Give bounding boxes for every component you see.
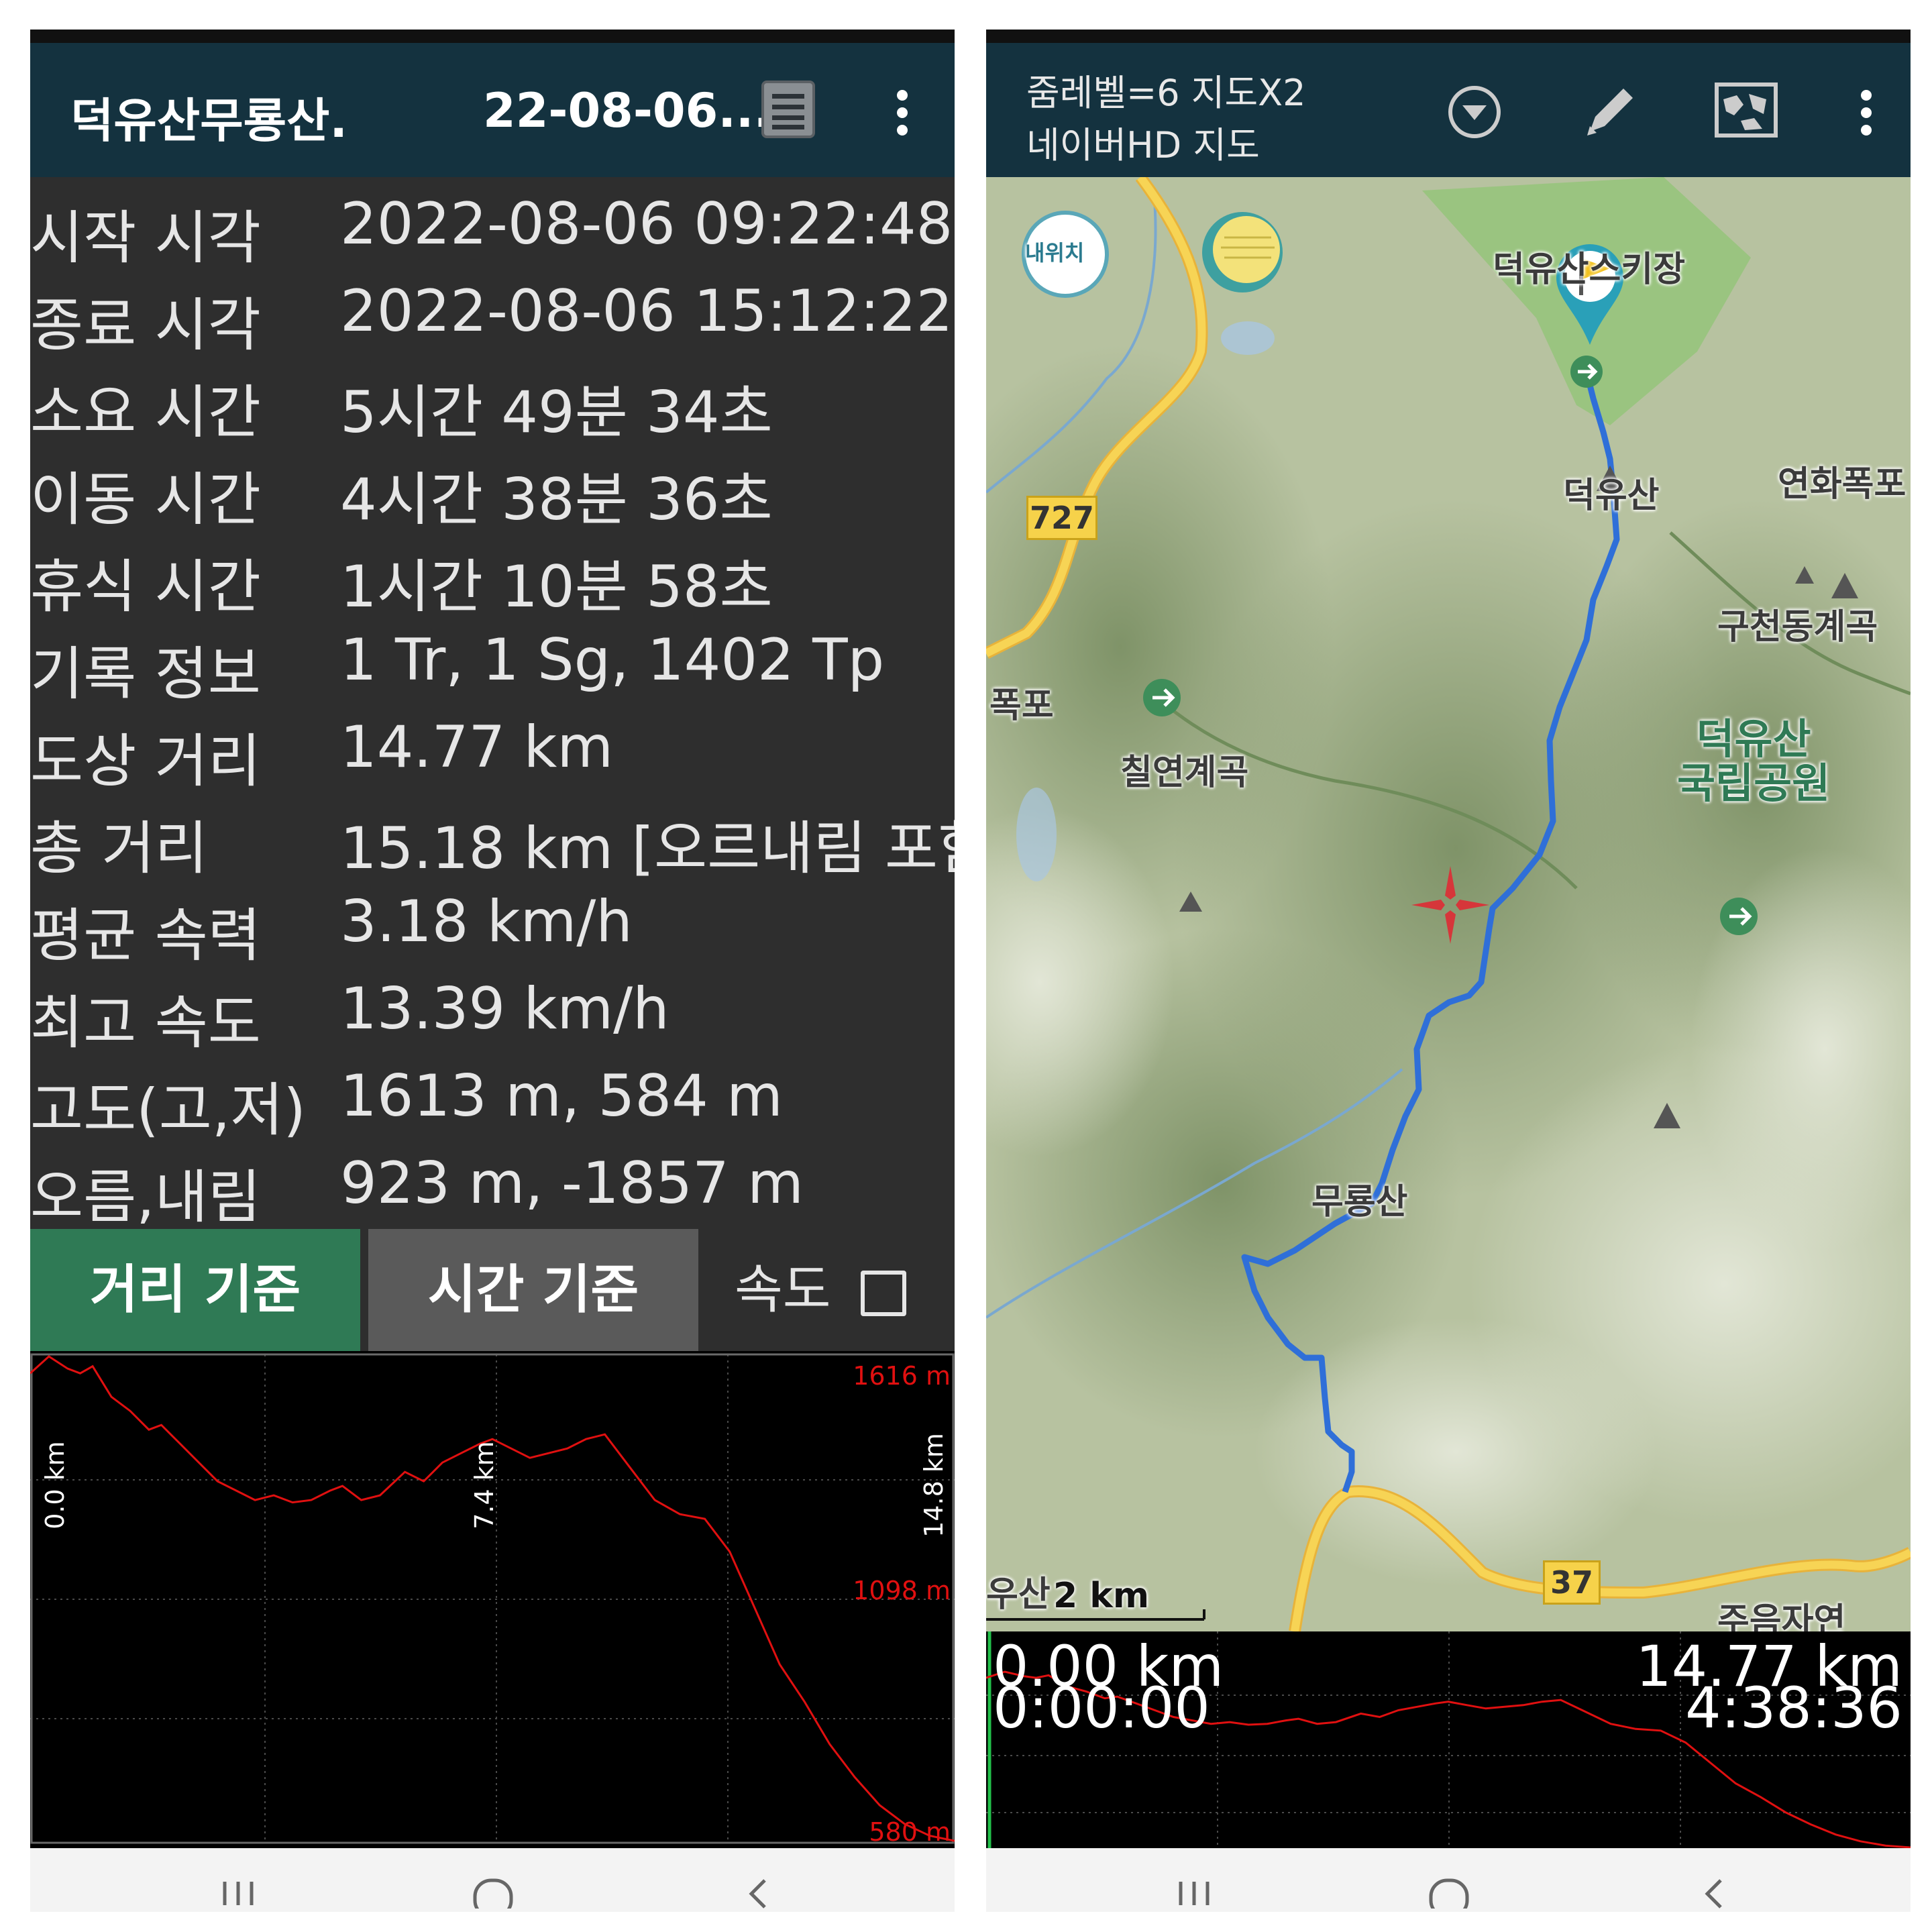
stat-row: 종료 시각 2022-08-06 15:12:22 bbox=[30, 264, 955, 359]
stat-row: 도상 거리 14.77 km bbox=[30, 700, 955, 795]
place-waterfall: 폭포 bbox=[989, 686, 1054, 726]
stat-label: 오름,내림 bbox=[30, 1164, 261, 1231]
overflow-menu-icon[interactable] bbox=[1860, 90, 1873, 137]
speed-label: 속도 bbox=[735, 1260, 831, 1320]
stat-value: 1613 m, 584 m bbox=[340, 1063, 783, 1130]
track-title[interactable]: 덕유산무룡산. bbox=[70, 83, 347, 151]
back-icon[interactable] bbox=[741, 1875, 775, 1909]
place-national-park: 덕유산 국립공원 bbox=[1677, 714, 1831, 808]
place-gucheondong: 구천동계곡 bbox=[1717, 607, 1878, 647]
mini-elevation-chart: 0.00 km 0:00:00 14.77 km 4:38:36 bbox=[986, 1631, 1911, 1848]
dropdown-circle-icon[interactable] bbox=[1446, 83, 1503, 141]
stat-value: 5시간 49분 34초 bbox=[340, 379, 773, 446]
stat-value: 13.39 km/h bbox=[340, 975, 669, 1042]
stat-value: 2022-08-06 15:12:22 bbox=[340, 278, 953, 345]
stat-row: 소요 시간 5시간 49분 34초 bbox=[30, 352, 955, 446]
scale-label: 2 km bbox=[1053, 1576, 1150, 1616]
y-label-min: 580 m bbox=[869, 1817, 951, 1847]
stat-row: 휴식 시간 1시간 10분 58초 bbox=[30, 526, 955, 621]
zoom-level-label[interactable]: 줌레벨=6 지도X2 bbox=[1026, 63, 1306, 116]
elevation-chart: 1616 m 1098 m 580 m 0.0 km 7.4 km 14.8 k… bbox=[30, 1351, 955, 1848]
stat-label: 휴식 시간 bbox=[30, 553, 261, 621]
road-727-shield: 727 bbox=[1026, 496, 1097, 540]
stat-label: 시작 시각 bbox=[30, 205, 261, 272]
tab-distance[interactable]: 거리 기준 bbox=[30, 1229, 360, 1351]
stat-row: 시작 시각 2022-08-06 09:22:48 bbox=[30, 177, 955, 272]
status-bar bbox=[30, 30, 955, 43]
stat-label: 기록 정보 bbox=[30, 641, 261, 708]
stat-value: 3.18 km/h bbox=[340, 888, 633, 955]
stat-label: 소요 시간 bbox=[30, 379, 261, 446]
system-nav-bar bbox=[30, 1848, 955, 1912]
stat-row: 총 거리 15.18 km [오르내림 포함] bbox=[30, 788, 955, 882]
left-screen: 덕유산무룡산. 22-08-06... 시작 시각 2022-08-06 09:2… bbox=[30, 0, 955, 1932]
home-icon[interactable] bbox=[470, 1875, 517, 1909]
chart-mode-tabs: 거리 기준 시간 기준 속도 bbox=[30, 1229, 955, 1351]
stat-label: 이동 시간 bbox=[30, 466, 261, 533]
map-view[interactable]: 내위치 덕유산스키장 덕유산 연화폭포 구천동계곡 덕유산 국립공원 칠연계곡 … bbox=[986, 177, 1911, 1631]
stat-value: 2022-08-06 09:22:48 bbox=[340, 191, 953, 258]
place-chilyeon-valley: 칠연계곡 bbox=[1120, 753, 1249, 793]
track-stats: 시작 시각 2022-08-06 09:22:48 종료 시각 2022-08-06 … bbox=[30, 177, 955, 1231]
stat-row: 오름,내림 923 m, -1857 m bbox=[30, 1136, 955, 1231]
stat-label: 고도(고,저) bbox=[30, 1077, 306, 1144]
stat-value: 4시간 38분 36초 bbox=[340, 466, 773, 533]
my-location-label: 내위치 bbox=[1025, 240, 1085, 266]
map-canvas bbox=[986, 177, 1911, 1631]
list-icon[interactable] bbox=[761, 80, 815, 138]
stat-value: 1 Tr, 1 Sg, 1402 Tp bbox=[340, 627, 885, 694]
stat-row: 이동 시간 4시간 38분 36초 bbox=[30, 439, 955, 533]
x-label-end: 14.8 km bbox=[919, 1433, 949, 1538]
speed-checkbox[interactable] bbox=[861, 1270, 907, 1316]
map-source-label[interactable]: 네이버HD 지도 bbox=[1026, 115, 1260, 168]
system-nav-bar bbox=[986, 1848, 1911, 1912]
track-date[interactable]: 22-08-06... bbox=[483, 83, 771, 138]
place-muryongsan: 무룡산 bbox=[1311, 1182, 1408, 1222]
x-label-middle: 7.4 km bbox=[470, 1441, 499, 1529]
place-left-bottom: 우산 bbox=[986, 1574, 1051, 1615]
stat-value: 923 m, -1857 m bbox=[340, 1150, 804, 1217]
recent-apps-icon[interactable] bbox=[1174, 1875, 1214, 1909]
time-start: 0:00:00 bbox=[993, 1675, 1210, 1741]
stat-row: 평균 속력 3.18 km/h bbox=[30, 875, 955, 969]
back-icon[interactable] bbox=[1697, 1875, 1731, 1909]
y-label-max: 1616 m bbox=[853, 1361, 951, 1391]
stat-label: 종료 시각 bbox=[30, 292, 261, 359]
app-bar: 덕유산무룡산. 22-08-06... bbox=[30, 43, 955, 177]
layer-toggle-button[interactable] bbox=[1202, 212, 1283, 292]
speed-toggle[interactable]: 속도 bbox=[735, 1229, 907, 1351]
road-37-shield: 37 bbox=[1543, 1560, 1601, 1605]
map-layers-icon[interactable] bbox=[1714, 82, 1778, 138]
overflow-menu-icon[interactable] bbox=[896, 90, 909, 137]
stat-label: 평균 속력 bbox=[30, 902, 261, 969]
stat-value: 1시간 10분 58초 bbox=[340, 553, 773, 621]
stat-row: 최고 속도 13.39 km/h bbox=[30, 962, 955, 1057]
place-deogyusan: 덕유산 bbox=[1563, 476, 1660, 516]
y-label-mid: 1098 m bbox=[853, 1576, 951, 1605]
recent-apps-icon[interactable] bbox=[218, 1875, 258, 1909]
stat-label: 도상 거리 bbox=[30, 728, 261, 795]
status-bar bbox=[986, 30, 1911, 43]
pencil-icon[interactable] bbox=[1576, 76, 1644, 144]
stat-row: 고도(고,저) 1613 m, 584 m bbox=[30, 1049, 955, 1144]
x-label-start: 0.0 km bbox=[40, 1441, 70, 1529]
map-app-bar: 줌레벨=6 지도X2 네이버HD 지도 bbox=[986, 43, 1911, 177]
place-yeonhwa-falls: 연화폭포 bbox=[1778, 464, 1907, 504]
tab-time[interactable]: 시간 기준 bbox=[368, 1229, 698, 1351]
right-screen: 줌레벨=6 지도X2 네이버HD 지도 내위치 덕유산스키장 덕유산 연화폭포 … bbox=[986, 0, 1911, 1932]
place-ski-resort: 덕유산스키장 bbox=[1493, 250, 1686, 290]
elevation-profile: 1616 m 1098 m 580 m 0.0 km 7.4 km 14.8 k… bbox=[30, 1353, 955, 1847]
stat-label: 최고 속도 bbox=[30, 989, 261, 1057]
stat-label: 총 거리 bbox=[30, 815, 208, 882]
place-bottom-right: 주음자연 bbox=[1717, 1601, 1846, 1631]
stat-row: 기록 정보 1 Tr, 1 Sg, 1402 Tp bbox=[30, 613, 955, 708]
home-icon[interactable] bbox=[1426, 1875, 1472, 1909]
stat-value: 14.77 km bbox=[340, 714, 614, 781]
stat-value: 15.18 km [오르내림 포함] bbox=[340, 815, 955, 882]
time-end: 4:38:36 bbox=[1685, 1675, 1902, 1741]
